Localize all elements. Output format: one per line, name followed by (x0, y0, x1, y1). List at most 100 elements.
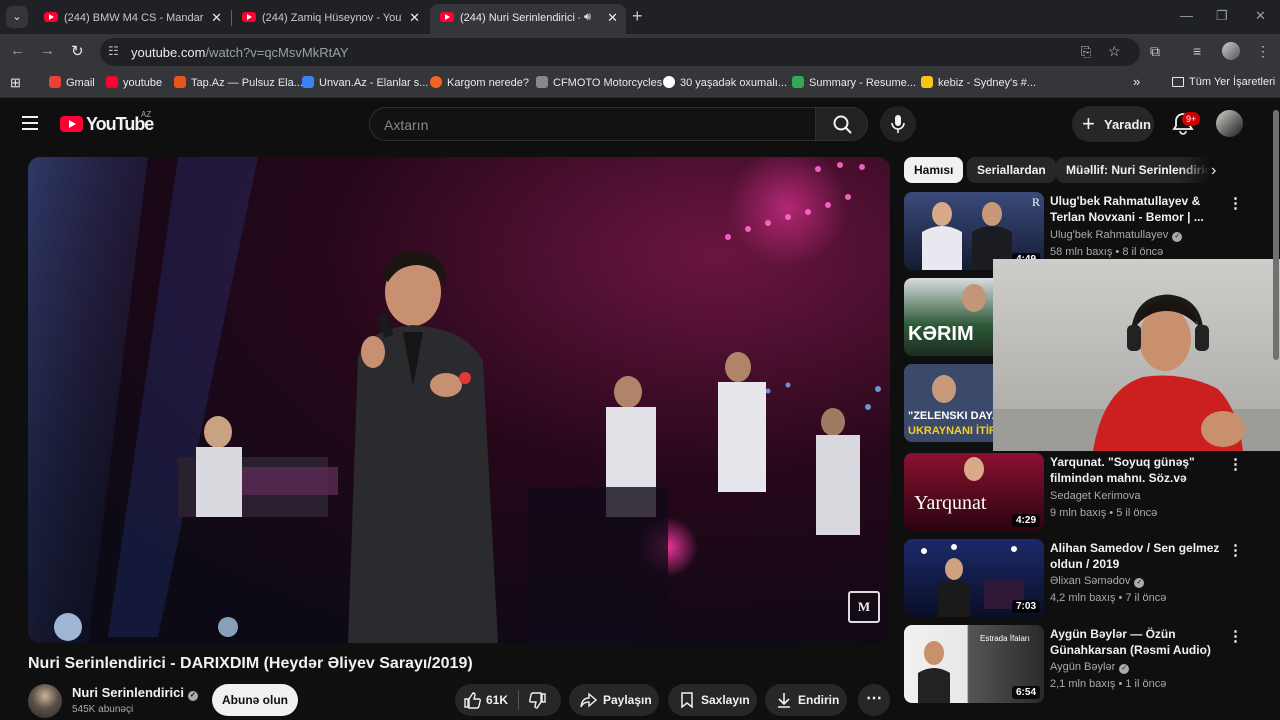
hamburger-menu-icon[interactable] (22, 116, 38, 130)
tab-title: (244) BMW M4 CS - Mandarin (64, 12, 204, 24)
related-channel[interactable]: Əlixan Səmədov ✓ (1050, 575, 1145, 588)
bookmark-30-yasadek[interactable]: 30 yaşadək oxumalı... (663, 76, 787, 89)
maximize-icon[interactable]: ❐ (1216, 8, 1228, 24)
bookmark-tapaz[interactable]: Tap.Az — Pulsuz Ela... (174, 76, 303, 89)
reload-icon[interactable]: ↻ (71, 42, 84, 60)
browser-tab-active[interactable]: (244) Nuri Serinlendirici - D 🔊︎ ✕ (430, 4, 626, 34)
related-channel[interactable]: Sedaget Kerimova (1050, 490, 1141, 502)
close-window-icon[interactable]: ✕ (1255, 8, 1266, 24)
related-title[interactable]: Yarqunat. "Soyuq günəş" filmindən mahnı.… (1050, 454, 1220, 486)
like-button[interactable] (463, 691, 481, 713)
browser-menu-icon[interactable]: ⋮ (1256, 43, 1270, 60)
tab-title: (244) Nuri Serinlendirici - D (460, 12, 580, 24)
tab-search-button[interactable]: ⌄ (6, 6, 28, 28)
download-icon (775, 691, 793, 713)
video-player[interactable]: M (28, 157, 890, 643)
youtube-favicon-icon (44, 12, 58, 22)
more-options-icon[interactable]: ⋮ (1228, 194, 1243, 212)
related-channel[interactable]: Aygün Bəylər ✓ (1050, 661, 1130, 674)
channel-name[interactable]: Nuri Serinlendirici ✓ (72, 685, 198, 701)
create-label: Yaradın (1104, 117, 1151, 132)
speaker-icon[interactable]: 🔊︎ (584, 11, 591, 24)
related-title[interactable]: Alihan Samedov / Sen gelmez oldun / 2019 (1050, 540, 1220, 572)
svg-text:KƏRIM: KƏRIM (908, 323, 974, 345)
related-meta: 9 mln baxış • 5 il öncə (1050, 507, 1158, 519)
apps-grid-icon[interactable]: ⊞ (10, 75, 21, 91)
browser-tab-bar: ⌄ (244) BMW M4 CS - Mandarin ✕ (244) Zam… (0, 0, 1280, 34)
all-bookmarks-folder[interactable]: Tüm Yer İşaretleri (1172, 76, 1275, 88)
channel-watermark[interactable]: M (848, 591, 880, 623)
search-icon (833, 115, 852, 134)
like-count: 61K (486, 693, 509, 707)
svg-text:Yarqunat: Yarqunat (914, 492, 987, 514)
related-title[interactable]: Aygün Bəylər — Özün Günahkarsan (Rəsmi A… (1050, 626, 1220, 658)
bookmark-unvanaz[interactable]: Unvan.Az - Elanlar s... (302, 76, 428, 89)
share-button[interactable]: Paylaşın (569, 684, 659, 716)
verified-icon: ✓ (1119, 664, 1130, 674)
subscriber-count: 545K abunəçi (72, 704, 134, 715)
bookmark-icon (678, 691, 696, 713)
verified-icon: ✓ (187, 691, 198, 701)
more-options-icon[interactable]: ⋮ (1228, 455, 1243, 473)
new-tab-icon[interactable]: + (632, 6, 643, 27)
url-text: youtube.com/watch?v=qcMsvMkRtAY (131, 45, 349, 60)
media-control-icon[interactable]: ≡ (1193, 43, 1201, 59)
related-meta: 2,1 mln baxış • 1 il öncə (1050, 678, 1167, 690)
bookmark-gmail[interactable]: Gmail (49, 76, 95, 89)
channel-avatar[interactable] (28, 684, 62, 718)
bookmark-kargom[interactable]: Kargom nerede? (430, 76, 529, 89)
chip-all[interactable]: Hamısı (904, 157, 964, 183)
save-button[interactable]: Saxlayın (668, 684, 757, 716)
download-button[interactable]: Endirin (765, 684, 847, 716)
youtube-play-icon (60, 116, 83, 132)
install-app-icon[interactable]: ⎘ (1081, 44, 1091, 60)
related-channel[interactable]: Ulug'bek Rahmatullayev ✓ (1050, 229, 1183, 242)
forward-icon[interactable]: → (40, 42, 55, 59)
bookmark-youtube[interactable]: youtube (106, 76, 162, 89)
bookmark-cfmoto[interactable]: CFMOTO Motorcycles (536, 76, 662, 89)
page-scrollbar[interactable] (1272, 100, 1280, 720)
close-tab-icon[interactable]: ✕ (607, 10, 618, 26)
extensions-icon[interactable]: ⧉ (1150, 43, 1160, 60)
search-placeholder: Axtarın (384, 117, 429, 133)
save-label: Saxlayın (701, 693, 750, 707)
search-button[interactable] (815, 107, 868, 141)
site-info-icon[interactable]: ☷ (108, 44, 119, 58)
like-dislike-group: 61K (455, 684, 561, 716)
close-tab-icon[interactable]: ✕ (211, 10, 222, 26)
dislike-button[interactable] (529, 692, 547, 714)
back-icon[interactable]: ← (10, 42, 25, 59)
more-actions-icon[interactable]: ⋯ (858, 684, 890, 716)
video-frame-image (28, 157, 881, 643)
chip-series[interactable]: Seriallardan (967, 157, 1056, 183)
related-title[interactable]: Ulug'bek Rahmatullayev & Terlan Novxani … (1050, 193, 1220, 225)
bookmark-summary[interactable]: Summary - Resume... (792, 76, 916, 89)
profile-avatar[interactable] (1222, 42, 1240, 60)
search-input[interactable]: Axtarın (369, 107, 816, 141)
create-button[interactable]: + Yaradın (1072, 106, 1154, 142)
browser-tab[interactable]: (244) Zamiq Hüseynov - YouTube ✕ (232, 4, 428, 34)
related-thumbnail[interactable]: 7:03 (904, 539, 1044, 617)
bookmark-kebiz[interactable]: kebiz - Sydney's #... (921, 76, 1036, 89)
youtube-favicon-icon (440, 12, 454, 22)
more-options-icon[interactable]: ⋮ (1228, 541, 1243, 559)
browser-tab[interactable]: (244) BMW M4 CS - Mandarin ✕ (34, 4, 230, 34)
browser-toolbar: ← → ↻ ☷ youtube.com/watch?v=qcMsvMkRtAY … (0, 34, 1280, 70)
webcam-overlay (993, 259, 1280, 451)
voice-search-button[interactable] (880, 106, 916, 142)
close-tab-icon[interactable]: ✕ (409, 10, 420, 26)
related-thumbnail[interactable]: Yarqunat 4:29 (904, 453, 1044, 531)
download-label: Endirin (798, 693, 840, 707)
bookmark-star-icon[interactable]: ☆ (1108, 43, 1121, 60)
youtube-favicon-icon (242, 12, 256, 22)
address-bar[interactable]: ☷ youtube.com/watch?v=qcMsvMkRtAY ⎘ ☆ (100, 38, 1140, 66)
chips-next-icon[interactable]: › (1211, 162, 1216, 180)
scrollbar-thumb[interactable] (1273, 110, 1279, 360)
more-bookmarks-icon[interactable]: » (1133, 74, 1140, 89)
duration: 7:03 (1011, 600, 1040, 613)
minimize-icon[interactable]: — (1180, 8, 1193, 23)
subscribe-button[interactable]: Abunə olun (212, 684, 298, 716)
more-options-icon[interactable]: ⋮ (1228, 627, 1243, 645)
account-avatar[interactable] (1216, 110, 1243, 137)
related-thumbnail[interactable]: Estrada İfaları 6:54 (904, 625, 1044, 703)
